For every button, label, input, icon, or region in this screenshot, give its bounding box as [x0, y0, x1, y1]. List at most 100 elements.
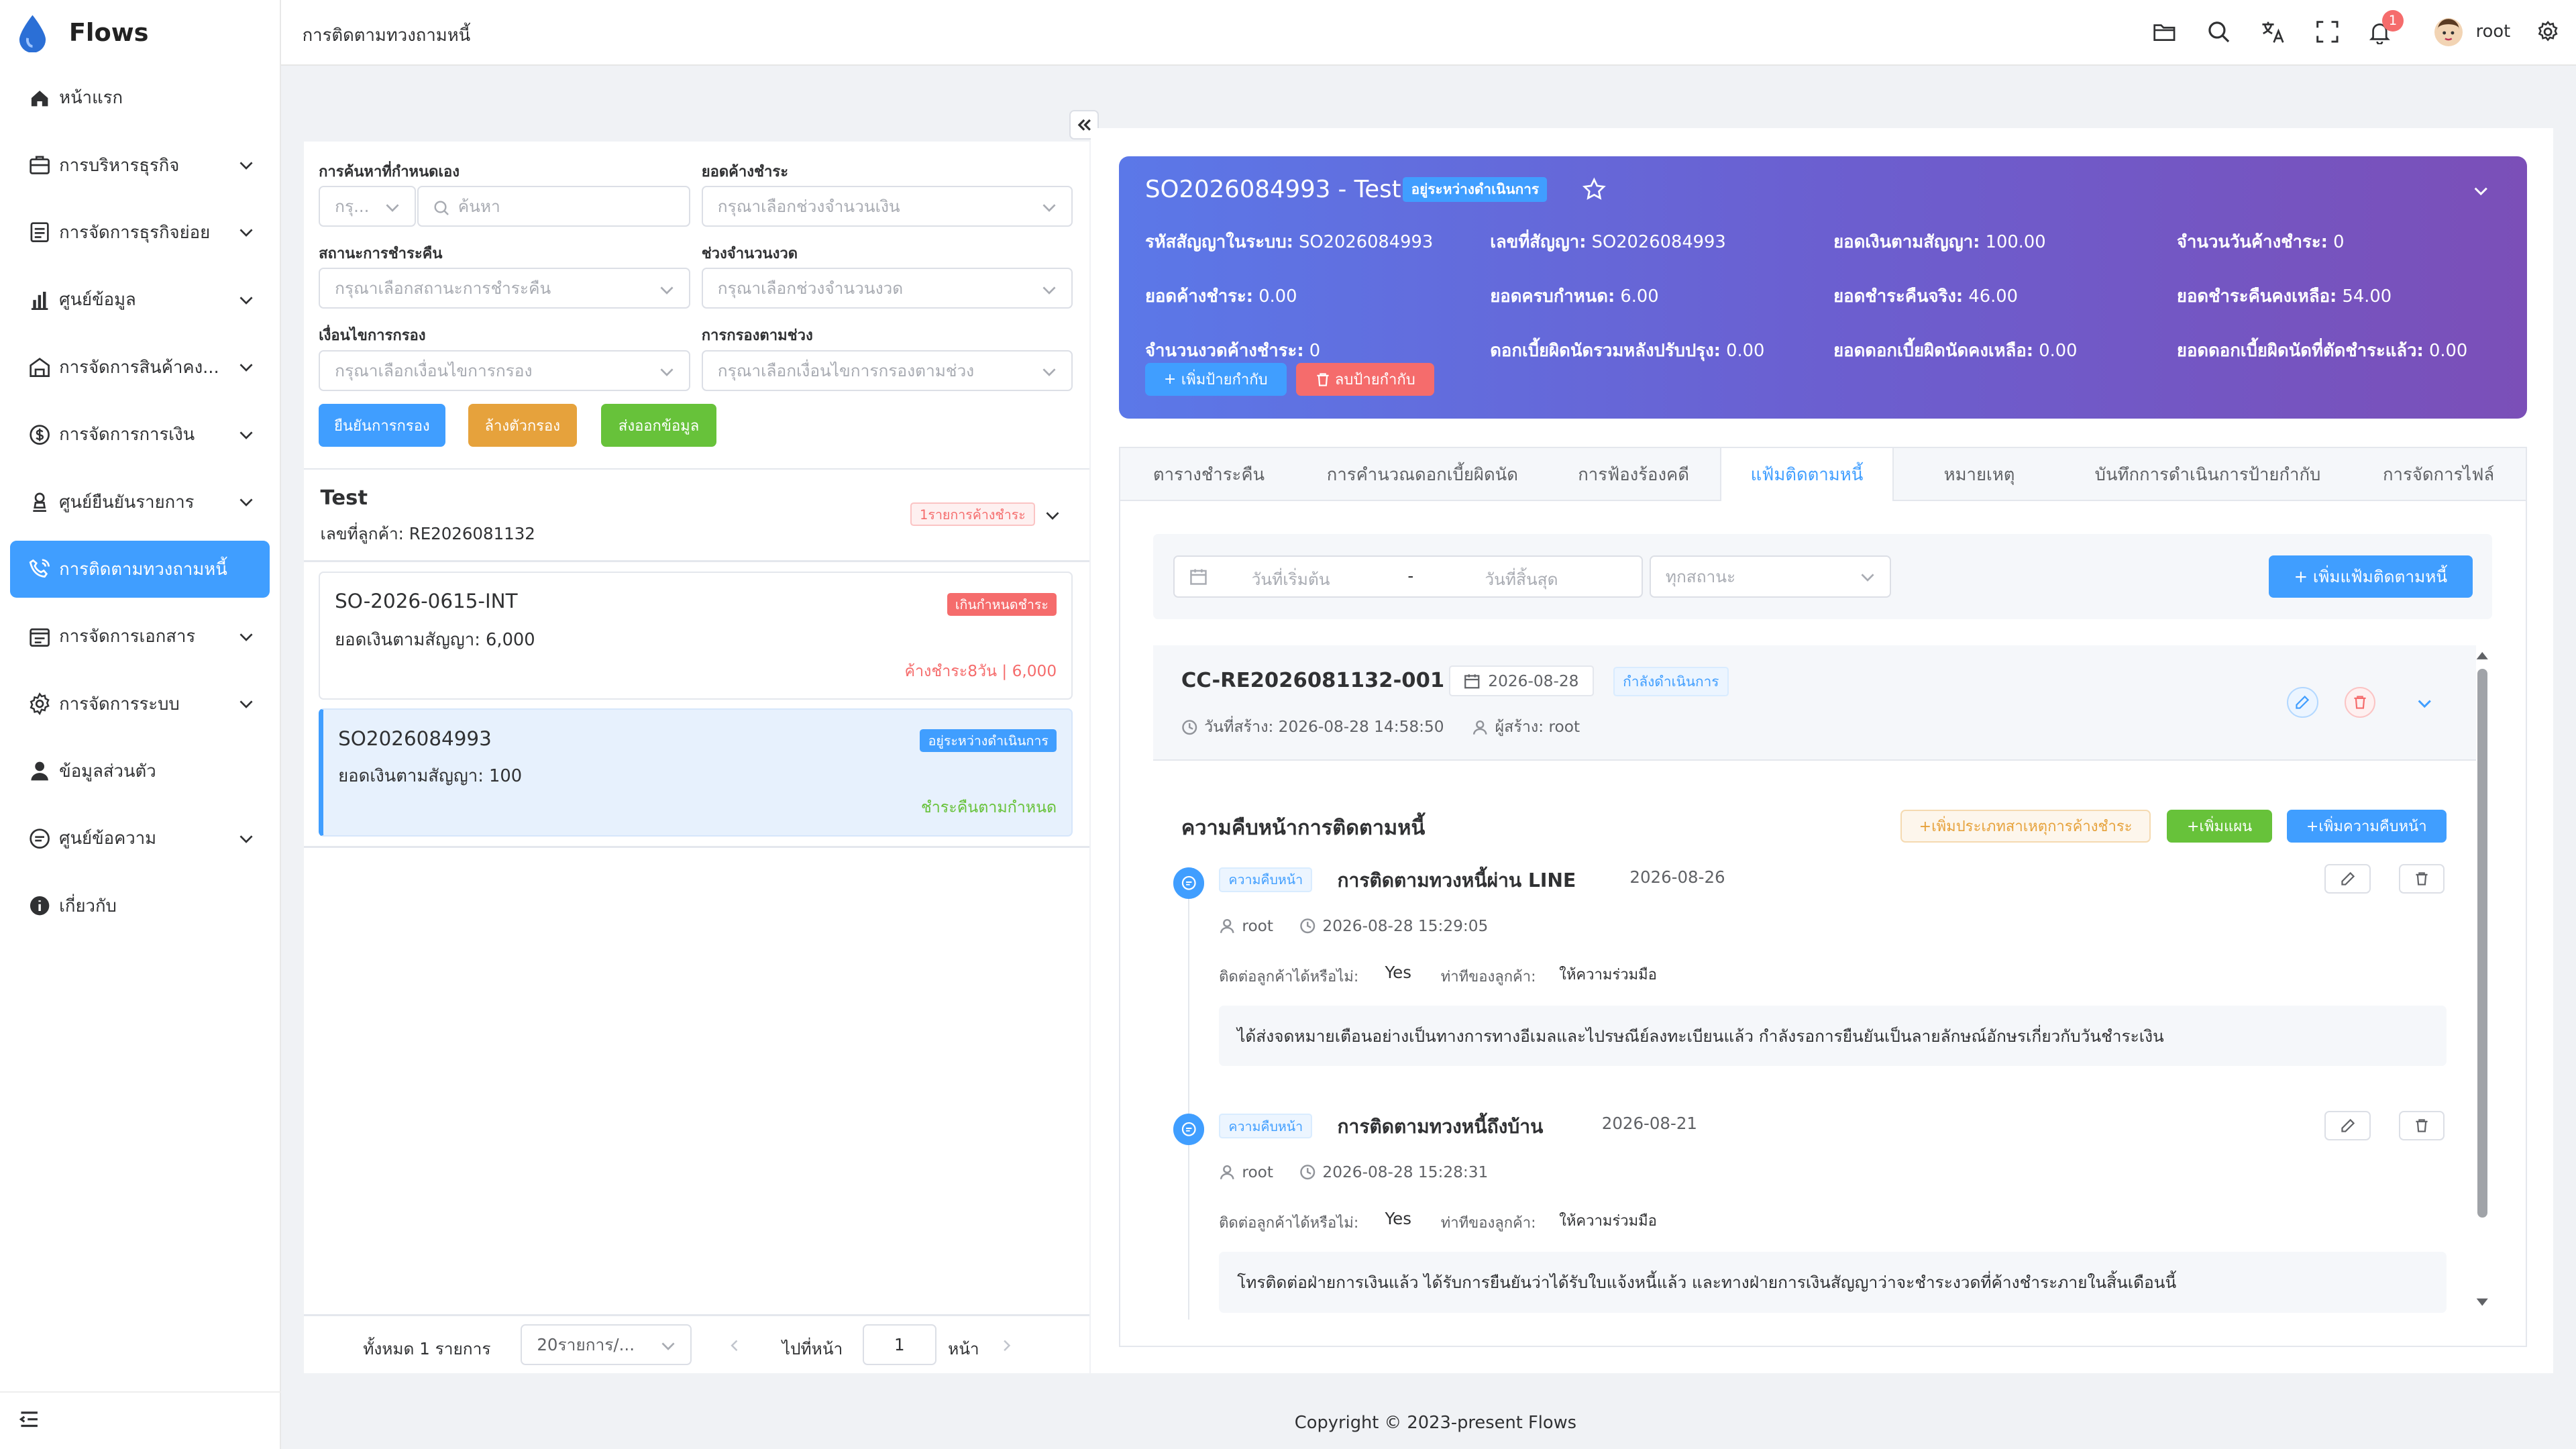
stat-label: ยอดดอกเบี้ยผิดนัดคงเหลือ: — [1833, 341, 2034, 362]
tab[interactable]: การคำนวณดอกเบี้ยผิดนัด — [1297, 448, 1547, 502]
prev-page-icon[interactable] — [728, 1339, 741, 1352]
tab[interactable]: แฟ้มติดตามหนี้ — [1719, 448, 1894, 504]
sidebar-item[interactable]: การจัดการสินค้าคง... — [10, 338, 270, 396]
entry-date: 2026-08-21 — [1601, 1114, 1697, 1134]
entry-time: 2026-08-28 15:28:31 — [1299, 1163, 1488, 1181]
entry-time-text: 2026-08-28 15:28:31 — [1322, 1163, 1489, 1181]
user-avatar-icon — [2438, 19, 2460, 41]
settings-gear-icon[interactable] — [2536, 19, 2559, 44]
user-icon — [1220, 918, 1234, 933]
sidebar-item[interactable]: ศูนย์ข้อความ — [10, 810, 270, 867]
sidebar-item[interactable]: หน้าแรก — [10, 69, 270, 127]
avatar[interactable] — [2434, 17, 2463, 46]
sidebar-item[interactable]: การจัดการระบบ — [10, 675, 270, 733]
customer-group-header[interactable]: Test เลขที่ลูกค้า: RE2026081132 1รายการค… — [304, 470, 1089, 551]
scroll-down-icon[interactable] — [2474, 1296, 2490, 1309]
sidebar-item[interactable]: การจัดการการเงิน — [10, 406, 270, 464]
add-followup-file-button[interactable]: + เพิ่มแฟ้มติดตามหนี้ — [2269, 555, 2473, 598]
outstanding-range-select[interactable]: กรุณาเลือกช่วงจำนวนเงิน — [701, 185, 1073, 227]
trash-icon — [2416, 872, 2428, 885]
end-date-placeholder: วันที่สิ้นสุด — [1485, 570, 1558, 590]
search-type-select[interactable]: กรุ... — [319, 185, 416, 227]
outstanding-placeholder: กรุณาเลือกช่วงจำนวนเงิน — [717, 196, 900, 216]
fullscreen-icon[interactable] — [2315, 19, 2340, 44]
trash-icon — [2416, 1118, 2428, 1132]
scroll-up-icon[interactable] — [2474, 649, 2490, 662]
stat-value: 46.00 — [1968, 286, 2018, 307]
tab[interactable]: การฟ้องร้องคดี — [1548, 448, 1720, 502]
chevron-down-icon — [239, 633, 253, 641]
collapse-sidebar-button[interactable] — [0, 1391, 281, 1449]
tab[interactable]: บันทึกการดำเนินการป้ายกำกับ — [2065, 448, 2351, 502]
add-reason-button[interactable]: +เพิ่มประเภทสาเหตุการค้างชำระ — [1900, 810, 2151, 843]
stat-value: 0 — [2333, 232, 2345, 253]
date-range-picker[interactable]: วันที่เริ่มต้น - วันที่สิ้นสุด — [1173, 555, 1643, 598]
sidebar-item[interactable]: การบริหารธุรกิจ — [10, 136, 270, 194]
contract-card[interactable]: SO-2026-0615-INT ยอดเงินตามสัญญา: 6,000 … — [319, 572, 1073, 700]
add-tag-button[interactable]: + เพิ่มป้ายกำกับ — [1144, 363, 1287, 396]
star-icon[interactable] — [1582, 177, 1607, 202]
sidebar-item[interactable]: ศูนย์ยืนยันรายการ — [10, 473, 270, 531]
confirm-filter-button[interactable]: ยืนยันการกรอง — [319, 404, 445, 447]
add-plan-button[interactable]: +เพิ่มแผน — [2167, 810, 2272, 843]
sidebar-item[interactable]: เกี่ยวกับ — [10, 877, 270, 935]
gear-icon — [30, 692, 50, 716]
chevron-down-icon[interactable] — [2416, 695, 2432, 711]
add-progress-button[interactable]: +เพิ่มความคืบหน้า — [2286, 810, 2447, 843]
case-creator-text: ผู้สร้าง: root — [1495, 718, 1580, 737]
delete-entry-button[interactable] — [2398, 1110, 2445, 1140]
delete-entry-button[interactable] — [2398, 864, 2445, 894]
clear-filter-button[interactable]: ล้างตัวกรอง — [468, 404, 577, 447]
tab[interactable]: ตารางชำระคืน — [1120, 448, 1297, 502]
case-header[interactable]: CC-RE2026081132-001 2026-08-28 กำลังดำเน… — [1153, 645, 2476, 761]
sidebar-item[interactable]: การจัดการธุรกิจย่อย — [10, 204, 270, 262]
entry-note: โทรติดต่อฝ่ายการเงินแล้ว ได้รับการยืนยัน… — [1219, 1252, 2447, 1313]
edit-case-button[interactable] — [2286, 686, 2318, 718]
delete-tag-button[interactable]: ลบป้ายกำกับ — [1296, 363, 1434, 396]
sidebar-item[interactable]: ข้อมูลส่วนตัว — [10, 743, 270, 800]
contract-card-selected[interactable]: SO2026084993 ยอดเงินตามสัญญา: 100 อยู่ระ… — [319, 708, 1073, 837]
edit-entry-button[interactable] — [2324, 1110, 2371, 1140]
status-filter-select[interactable]: ทุกสถานะ — [1649, 555, 1891, 598]
case-id: CC-RE2026081132-001 — [1181, 668, 1445, 692]
chevron-down-icon — [239, 431, 253, 439]
chevron-down-icon — [659, 286, 674, 294]
case-created-text: วันที่สร้าง: 2026-08-28 14:58:50 — [1204, 718, 1444, 737]
range-filter-placeholder: กรุณาเลือกเงื่อนไขการกรองตามช่วง — [717, 360, 975, 380]
edit-entry-button[interactable] — [2324, 864, 2371, 894]
sidebar-item[interactable]: การติดตามทวงถามหนี้ — [9, 540, 270, 598]
stat-value: 100.00 — [1985, 232, 2046, 253]
chevron-down-icon[interactable] — [2473, 182, 2489, 199]
scrollbar-thumb[interactable] — [2477, 668, 2487, 1218]
scrollbar[interactable] — [2474, 649, 2490, 1312]
export-data-button[interactable]: ส่งออกข้อมูล — [601, 404, 716, 447]
stat-label: จำนวนงวดค้างชำระ: — [1144, 341, 1304, 362]
search-icon[interactable] — [2206, 19, 2231, 44]
document-list-icon — [30, 222, 49, 243]
chevron-down-icon — [661, 1342, 675, 1351]
page-size-select[interactable]: 20รายการ/... — [521, 1324, 692, 1366]
username[interactable]: root — [2476, 21, 2511, 42]
attitude-value: ให้ความร่วมมือ — [1559, 1213, 1657, 1230]
translate-icon[interactable] — [2261, 19, 2286, 44]
calendar-icon — [1189, 569, 1207, 585]
folder-icon[interactable] — [2152, 19, 2177, 44]
approve-icon — [32, 492, 46, 512]
search-icon — [434, 201, 449, 216]
sidebar-item[interactable]: การจัดการเอกสาร — [10, 608, 270, 665]
sidebar-item[interactable]: ศูนย์ข้อมูล — [10, 271, 270, 329]
installments-select[interactable]: กรุณาเลือกช่วงจำนวนงวด — [701, 268, 1073, 309]
search-input[interactable]: ค้นหา — [417, 185, 690, 227]
contract-stat: ดอกเบี้ยผิดนัดรวมหลังปรับปรุง: 0.00 — [1490, 337, 1764, 364]
drop-logo-icon — [19, 15, 46, 53]
repay-status-select[interactable]: กรุณาเลือกสถานะการชำระคืน — [319, 268, 690, 309]
range-filter-select[interactable]: กรุณาเลือกเงื่อนไขการกรองตามช่วง — [701, 350, 1073, 391]
page-number-input[interactable]: 1 — [862, 1324, 936, 1366]
tab[interactable]: การจัดการไฟล์ — [2351, 448, 2526, 502]
condition-select[interactable]: กรุณาเลือกเงื่อนไขการกรอง — [319, 350, 690, 391]
double-chevron-left-icon — [1077, 119, 1091, 131]
next-page-icon[interactable] — [1000, 1339, 1014, 1352]
app-logo[interactable]: Flows — [0, 0, 280, 66]
delete-case-button[interactable] — [2344, 686, 2376, 718]
tab[interactable]: หมายเหตุ — [1894, 448, 2065, 502]
